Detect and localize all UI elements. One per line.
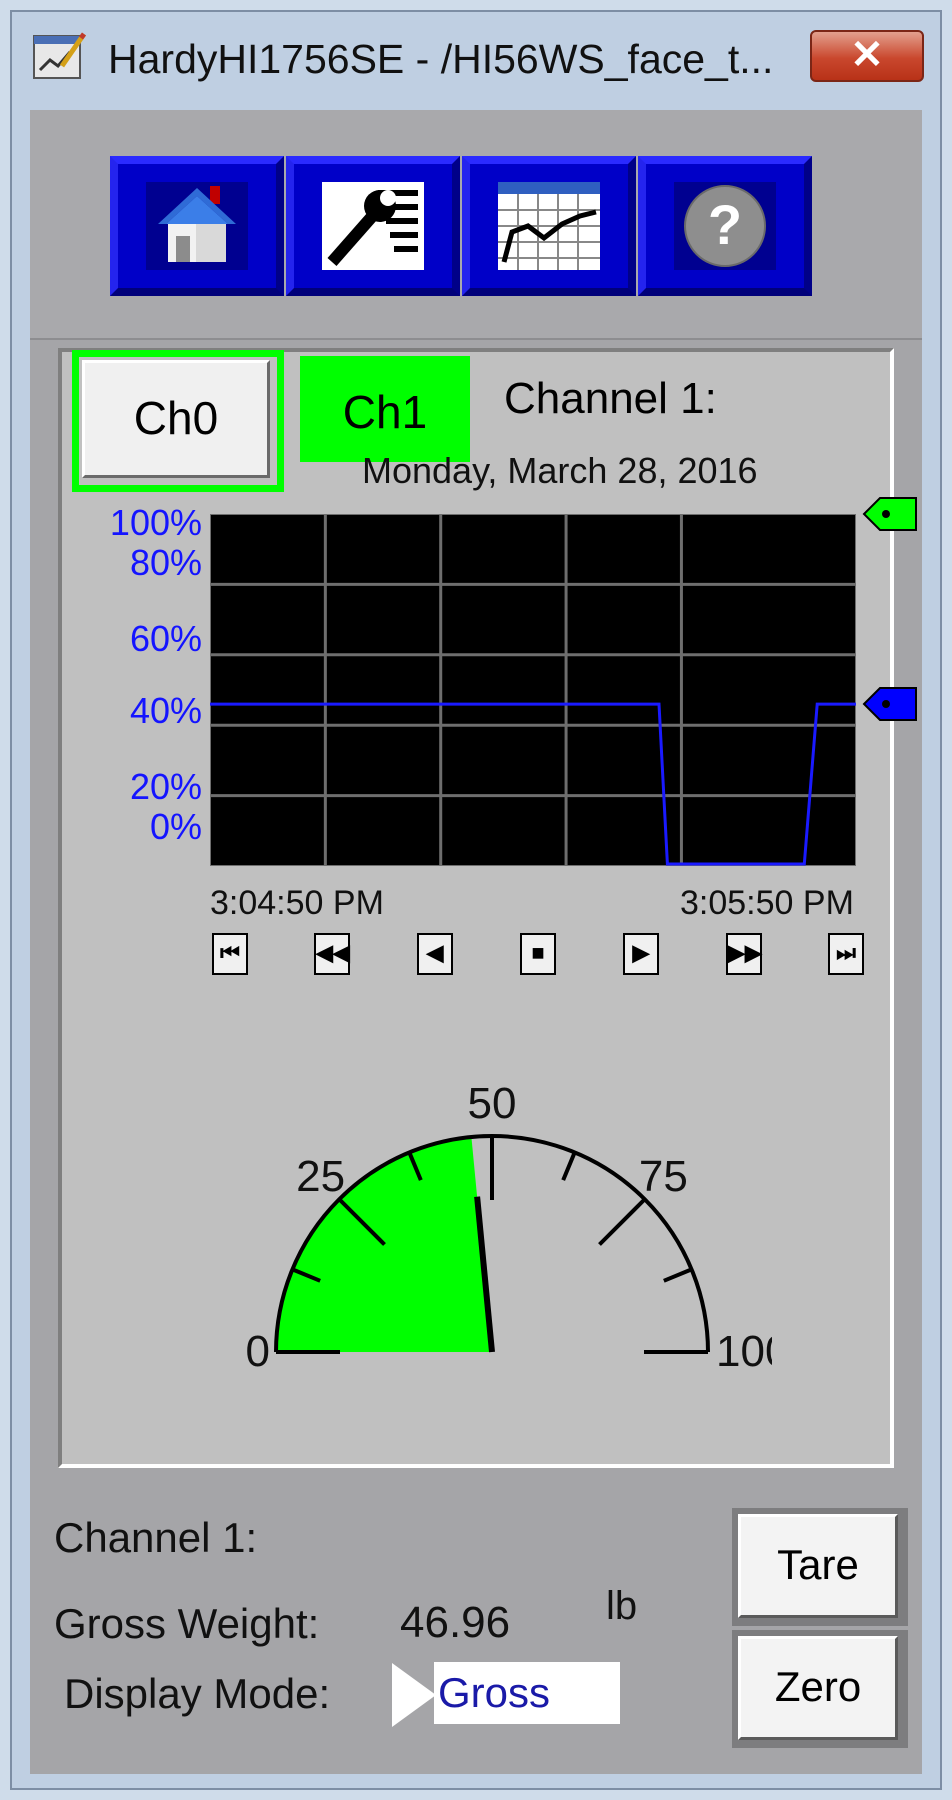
- close-button[interactable]: ✕: [810, 30, 924, 82]
- gauge-label: 25: [296, 1152, 345, 1201]
- title-bar[interactable]: HardyHI1756SE - /HI56WS_face_t... ✕: [12, 12, 940, 106]
- plot-background: [210, 514, 856, 866]
- home-button[interactable]: [110, 156, 284, 296]
- help-button[interactable]: ?: [638, 156, 812, 296]
- y-tick-label: 100%: [109, 502, 202, 543]
- weight-unit: lb: [606, 1584, 638, 1628]
- display-mode-field[interactable]: Gross: [434, 1662, 620, 1724]
- display-mode-arrow-icon[interactable]: [392, 1663, 436, 1727]
- y-tick-label: 60%: [129, 618, 202, 659]
- wrench-settings-icon: [322, 182, 424, 270]
- trend-panel: Ch0 Ch1 Channel 1: Monday, March 28, 201…: [58, 348, 917, 1468]
- gauge-tick: [561, 1151, 577, 1181]
- y-tick-label: 0%: [149, 806, 202, 847]
- gauge-tick: [663, 1267, 693, 1283]
- tare-button[interactable]: Tare: [738, 1514, 898, 1618]
- zero-button-frame: Zero: [732, 1630, 908, 1748]
- scroll-page-back-button[interactable]: ◀◀: [314, 933, 350, 975]
- gross-weight-value: 46.96: [400, 1598, 511, 1647]
- y-tick-label: 40%: [129, 690, 202, 731]
- y-tick-label: 20%: [129, 766, 202, 807]
- app-icon: [32, 30, 87, 84]
- ch1-button[interactable]: Ch1: [300, 356, 470, 462]
- gauge-tick: [598, 1197, 647, 1246]
- pen-marker-blue[interactable]: [862, 684, 918, 724]
- y-tick-label: 80%: [129, 542, 202, 583]
- status-channel-label: Channel 1:: [54, 1514, 258, 1561]
- gauge-label: 75: [639, 1152, 688, 1201]
- gauge-label: 50: [468, 1079, 517, 1128]
- scroll-back-button[interactable]: ◀: [417, 933, 453, 975]
- gauge-label: 100: [716, 1327, 772, 1376]
- home-icon: [146, 182, 248, 270]
- pen-marker-green[interactable]: [862, 494, 918, 534]
- ch0-button[interactable]: Ch0: [82, 360, 270, 478]
- trend-chart-icon: [498, 182, 600, 270]
- app-window: HardyHI1756SE - /HI56WS_face_t... ✕ ? Ch…: [10, 10, 942, 1790]
- scroll-first-button[interactable]: ⏮: [212, 933, 248, 975]
- settings-button[interactable]: [286, 156, 460, 296]
- window-title: HardyHI1756SE - /HI56WS_face_t...: [108, 36, 774, 82]
- x-tick-label: 3:04:50 PM: [210, 884, 384, 922]
- scroll-last-button[interactable]: ⏭: [828, 933, 864, 975]
- weight-gauge: 0 25 50 75 100: [246, 1079, 772, 1376]
- trend-button[interactable]: [462, 156, 636, 296]
- gross-weight-label: Gross Weight:: [54, 1600, 320, 1647]
- trend-chart[interactable]: [210, 514, 856, 866]
- status-panel: Channel 1: Gross Weight: 46.96 lb Displa…: [30, 1480, 922, 1772]
- scroll-forward-button[interactable]: ▶: [623, 933, 659, 975]
- trend-channel-title: Channel 1:: [504, 374, 717, 423]
- nav-toolbar: ?: [30, 110, 922, 340]
- scroll-page-forward-button[interactable]: ▶▶: [726, 933, 762, 975]
- scroll-stop-button[interactable]: ■: [520, 933, 556, 975]
- trend-date: Monday, March 28, 2016: [362, 450, 758, 491]
- gauge-label: 0: [246, 1327, 270, 1376]
- tare-button-frame: Tare: [732, 1508, 908, 1626]
- client-area: ? Ch0 Ch1 Channel 1: Monday, March 28, 2…: [30, 110, 922, 1774]
- x-tick-label: 3:05:50 PM: [680, 884, 854, 922]
- display-mode-label: Display Mode:: [64, 1670, 331, 1717]
- help-glyph: ?: [708, 193, 742, 256]
- help-icon: ?: [674, 182, 776, 270]
- zero-button[interactable]: Zero: [738, 1636, 898, 1740]
